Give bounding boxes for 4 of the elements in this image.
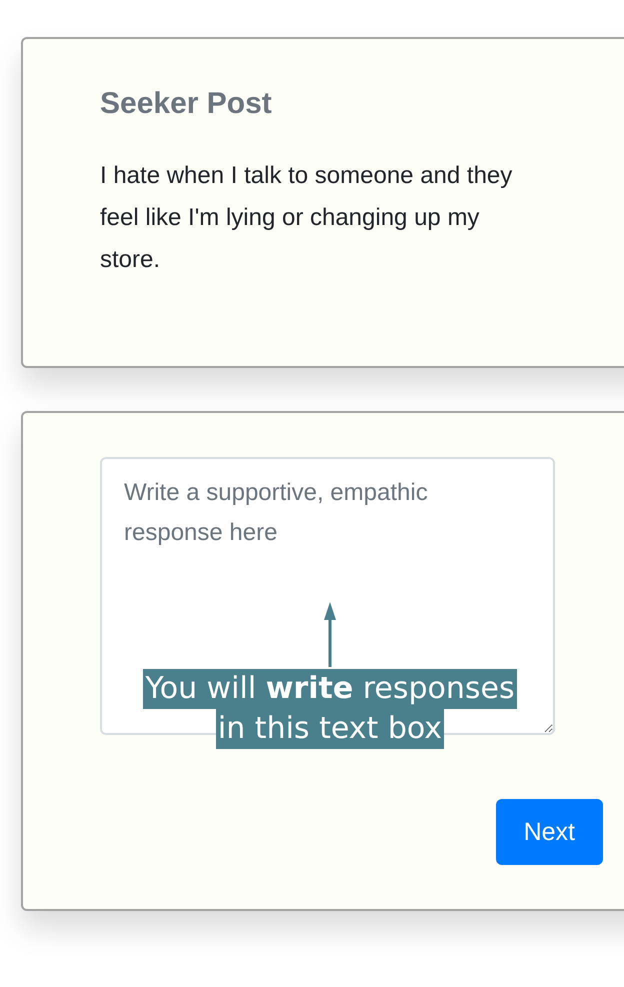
card-title: Seeker Post bbox=[100, 87, 273, 121]
annotation-tooltip: You will write responses bbox=[143, 669, 517, 709]
annotation-tooltip: in this text box bbox=[216, 709, 444, 749]
post-text: I hate when I talk to someone and they feel like I'm lying or changing up my store. bbox=[100, 161, 514, 275]
